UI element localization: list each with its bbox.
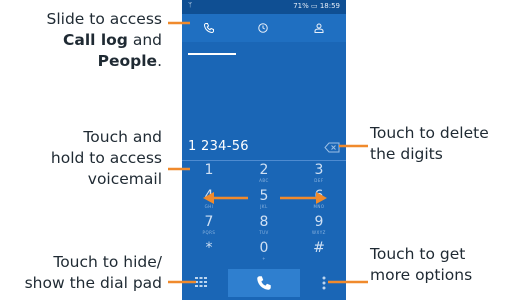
swipe-arrowhead-left xyxy=(203,192,214,204)
swipe-arrowhead-right xyxy=(316,192,327,204)
callout-arrows xyxy=(168,21,368,284)
